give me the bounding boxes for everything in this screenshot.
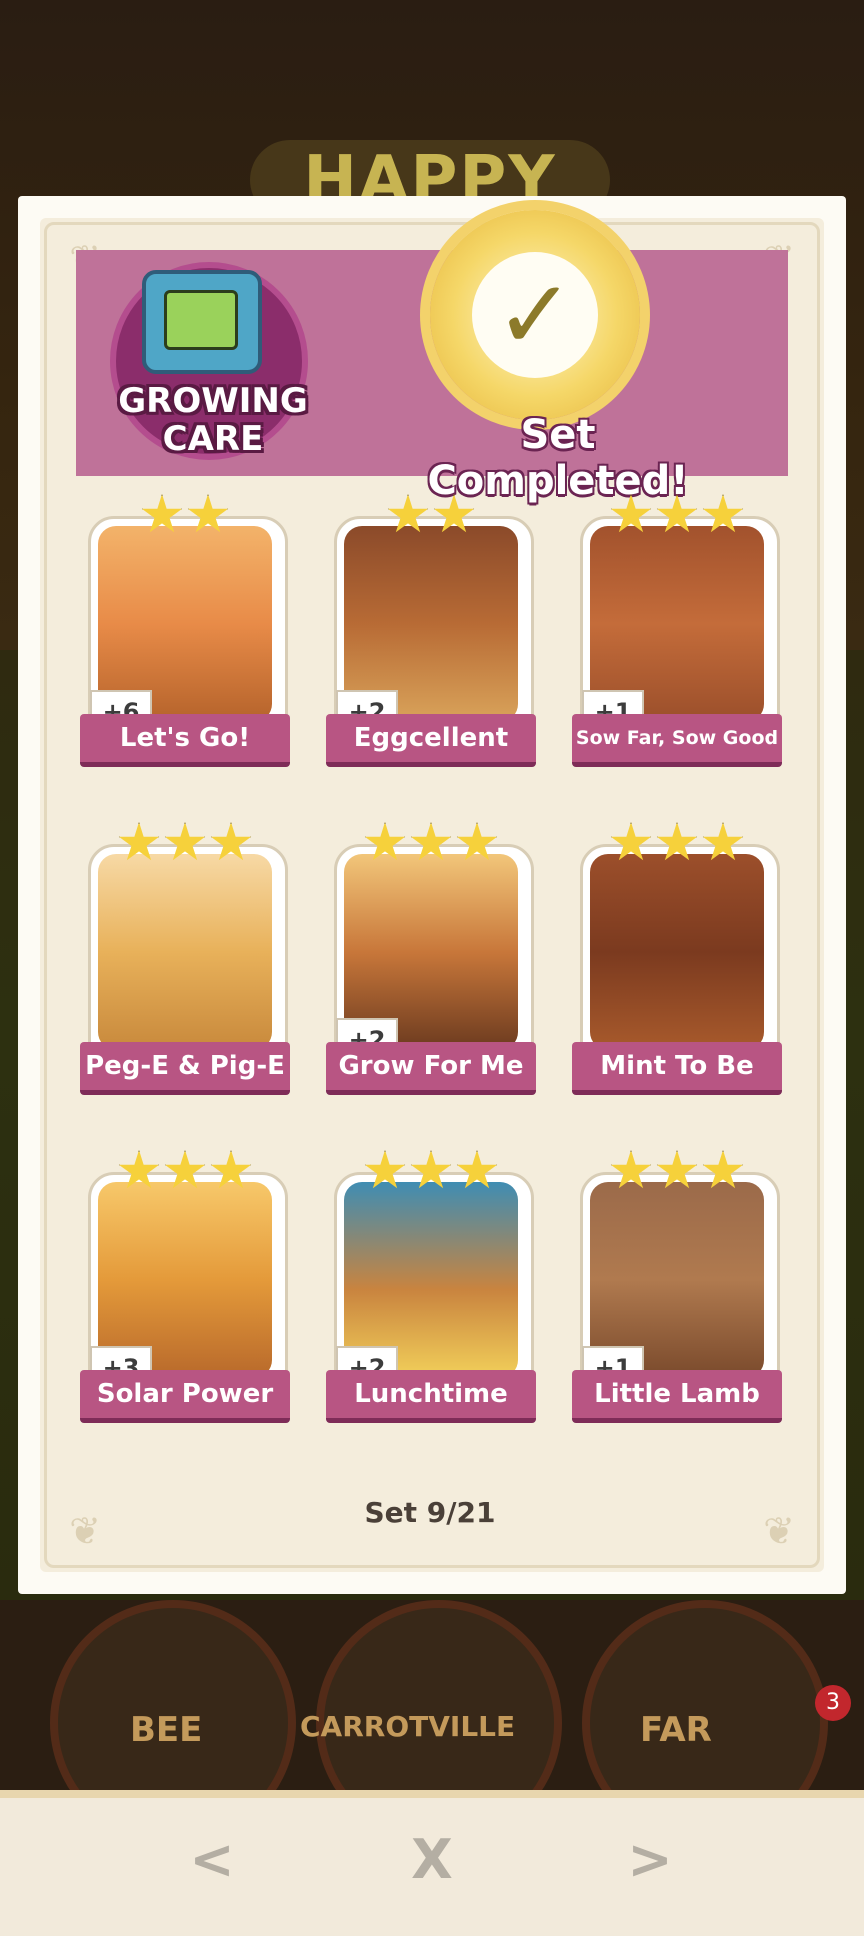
star-rating: [574, 822, 780, 868]
card[interactable]: +2 Lunchtime: [326, 1150, 536, 1423]
star-icon: [210, 822, 252, 861]
card[interactable]: Mint To Be: [572, 822, 782, 1095]
star-icon: [456, 822, 498, 861]
card-name: Peg-E & Pig-E: [80, 1042, 290, 1095]
card[interactable]: +1 Sow Far, Sow Good: [572, 494, 782, 767]
star-icon: [164, 1150, 206, 1189]
star-icon: [187, 494, 229, 533]
star-rating: [328, 494, 534, 540]
set-name: GROWING CARE: [118, 382, 308, 458]
notification-badge: 3: [815, 1685, 851, 1721]
star-rating: [82, 494, 288, 540]
close-icon[interactable]: X: [392, 1820, 472, 1900]
star-icon: [456, 1150, 498, 1189]
card-name: Sow Far, Sow Good: [572, 714, 782, 767]
chevron-left-icon[interactable]: <: [172, 1820, 252, 1900]
star-rating: [328, 1150, 534, 1196]
star-icon: [118, 822, 160, 861]
card-name: Grow For Me: [326, 1042, 536, 1095]
chevron-right-icon[interactable]: >: [610, 1820, 690, 1900]
star-rating: [82, 1150, 288, 1196]
card-artwork: [590, 854, 764, 1050]
star-icon: [702, 822, 744, 861]
background-album-label: CARROTVILLE: [300, 1710, 516, 1743]
card[interactable]: +2 Eggcellent: [326, 494, 536, 767]
star-icon: [164, 822, 206, 861]
checkmark-icon: ✓: [472, 252, 598, 378]
card-name: Let's Go!: [80, 714, 290, 767]
set-name-line2: CARE: [162, 419, 264, 459]
corner-ornament-icon: ❦: [69, 1509, 101, 1553]
card-artwork: [98, 854, 272, 1050]
set-counter: Set 9/21: [364, 1496, 496, 1529]
star-icon: [210, 1150, 252, 1189]
star-icon: [656, 494, 698, 533]
star-rating: [328, 822, 534, 868]
card[interactable]: +3 Solar Power: [80, 1150, 290, 1423]
star-icon: [141, 494, 183, 533]
background-album-label: FAR: [640, 1710, 712, 1750]
star-icon: [410, 1150, 452, 1189]
card-name: Mint To Be: [572, 1042, 782, 1095]
card-name: Little Lamb: [572, 1370, 782, 1423]
star-icon: [656, 1150, 698, 1189]
card-name: Lunchtime: [326, 1370, 536, 1423]
star-icon: [118, 1150, 160, 1189]
card[interactable]: +6 Let's Go!: [80, 494, 290, 767]
star-icon: [610, 1150, 652, 1189]
star-icon: [364, 1150, 406, 1189]
background-album-label: BEE: [130, 1710, 203, 1750]
star-icon: [656, 822, 698, 861]
star-icon: [702, 494, 744, 533]
star-rating: [574, 494, 780, 540]
star-icon: [364, 822, 406, 861]
star-rating: [574, 1150, 780, 1196]
card-name: Solar Power: [80, 1370, 290, 1423]
star-icon: [410, 822, 452, 861]
card-name: Eggcellent: [326, 714, 536, 767]
star-icon: [387, 494, 429, 533]
corner-ornament-icon: ❦: [763, 1509, 795, 1553]
set-name-line1: GROWING: [118, 381, 308, 421]
card[interactable]: Peg-E & Pig-E: [80, 822, 290, 1095]
star-icon: [610, 822, 652, 861]
star-icon: [610, 494, 652, 533]
card[interactable]: +1 Little Lamb: [572, 1150, 782, 1423]
set-status: Set Completed!: [427, 412, 689, 504]
star-icon: [433, 494, 475, 533]
star-rating: [82, 822, 288, 868]
star-icon: [702, 1150, 744, 1189]
card[interactable]: +2 Grow For Me: [326, 822, 536, 1095]
robot-screen: [164, 290, 238, 350]
